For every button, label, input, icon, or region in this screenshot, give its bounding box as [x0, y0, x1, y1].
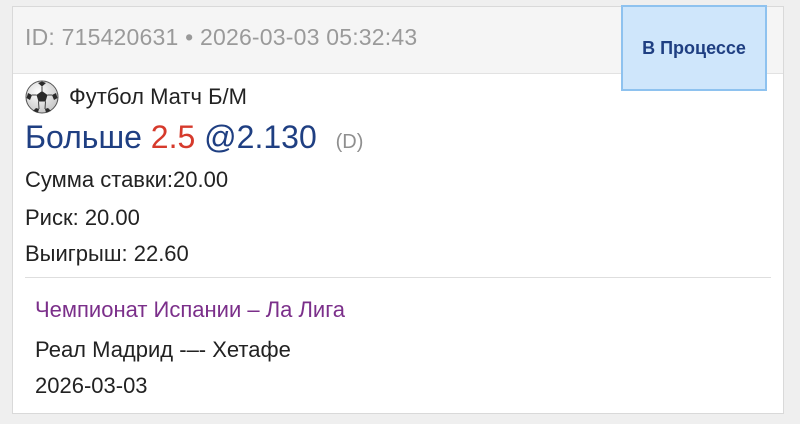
bet-id-prefix: ID:: [25, 24, 62, 50]
header-separator: •: [178, 24, 200, 50]
match-date: 2026-03-03: [35, 373, 148, 398]
bet-id: 715420631: [61, 24, 179, 50]
bet-datetime: 2026-03-03 05:32:43: [199, 24, 418, 50]
bet-id-line: ID: 715420631 • 2026-03-03 05:32:43: [25, 24, 417, 51]
risk-amount: Риск: 20.00: [25, 205, 140, 230]
bet-tag: (D): [335, 131, 364, 153]
league-name: Чемпионат Испании – Ла Лига: [35, 297, 345, 322]
bet-selection-line: Больше 2.5 @2.130 (D): [25, 117, 363, 162]
bet-card: ID: 715420631 • 2026-03-03 05:32:43 В Пр…: [12, 5, 784, 414]
bet-odds: @2.130: [204, 119, 317, 155]
section-divider: [25, 277, 771, 278]
stake-amount: Сумма ставки:20.00: [25, 167, 229, 192]
bet-selection: Больше: [25, 119, 142, 155]
status-badge: В Процессе: [621, 5, 767, 91]
match-teams: Реал Мадрид -–- Хетафе: [35, 337, 291, 362]
soccer-ball-icon: [25, 80, 59, 114]
win-amount: Выигрыш: 22.60: [25, 241, 189, 266]
market-name: Футбол Матч Б/М: [69, 84, 247, 109]
sport-market-row: Футбол Матч Б/М: [25, 80, 247, 114]
bet-handicap: 2.5: [150, 119, 196, 155]
